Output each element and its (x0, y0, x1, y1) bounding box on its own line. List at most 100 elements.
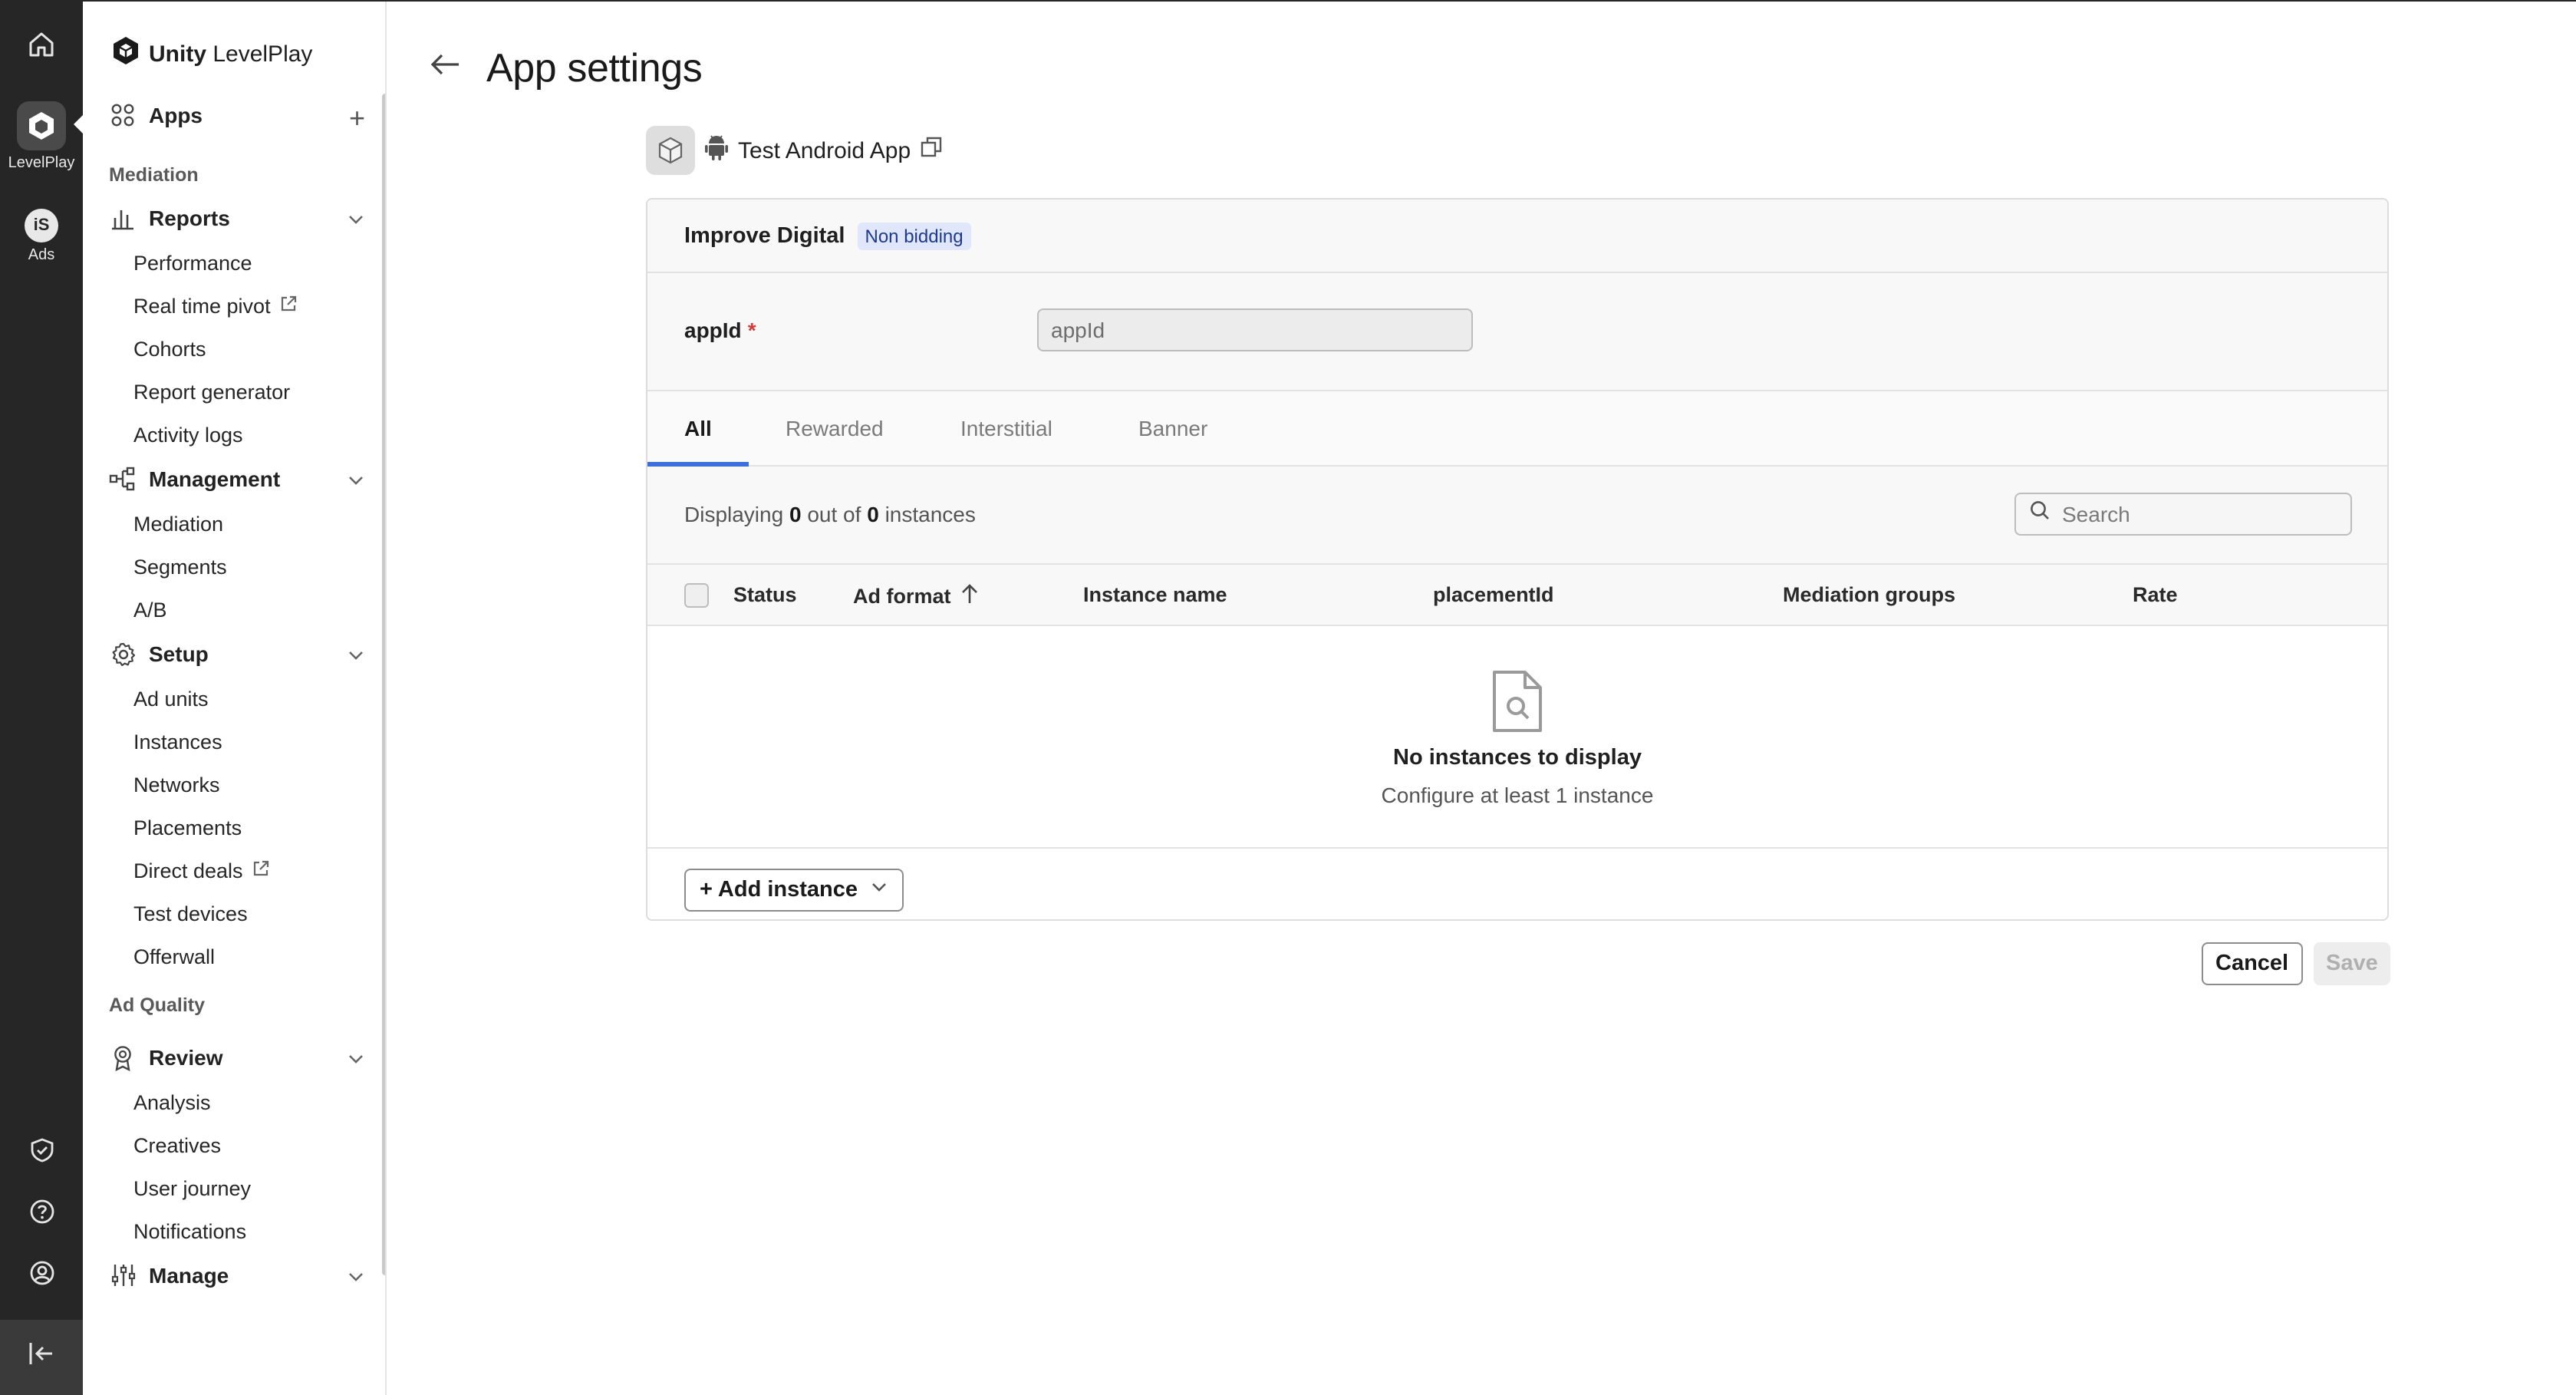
sidebar-group-reports[interactable]: Reports (109, 200, 365, 236)
app-id-row: appId * (647, 273, 2387, 391)
rail-levelplay[interactable]: LevelPlay (0, 98, 83, 175)
sidebar-item-activity-logs[interactable]: Activity logs (133, 424, 243, 447)
hierarchy-icon (109, 465, 137, 493)
account-icon (28, 1260, 54, 1294)
help-button[interactable] (0, 1199, 83, 1232)
page-title: App settings (486, 45, 703, 91)
instance-count: Displaying 0 out of 0 instances (684, 502, 976, 526)
sidebar-item-ad-units[interactable]: Ad units (133, 688, 209, 711)
count-middle: out of (807, 502, 861, 526)
count-total: 0 (867, 502, 879, 526)
tab-banner[interactable]: Banner (1138, 416, 1207, 440)
report-generator-label: Report generator (133, 381, 291, 404)
levelplay-icon (17, 101, 66, 150)
back-button[interactable] (430, 52, 460, 84)
user-journey-label: User journey (133, 1177, 252, 1200)
arrow-left-icon (430, 54, 460, 83)
sidebar-item-report-generator[interactable]: Report generator (133, 381, 290, 404)
sidebar-item-creatives[interactable]: Creatives (133, 1134, 221, 1157)
sliders-icon (109, 1261, 137, 1289)
sidebar-item-ab[interactable]: A/B (133, 599, 167, 622)
award-icon (109, 1044, 137, 1071)
notifications-label: Notifications (133, 1220, 247, 1243)
sidebar-group-manage[interactable]: Manage (109, 1257, 365, 1294)
offerwall-label: Offerwall (133, 945, 216, 968)
help-icon (28, 1199, 54, 1232)
chevron-down-icon (347, 645, 365, 669)
sidebar-item-notifications[interactable]: Notifications (133, 1220, 246, 1243)
copy-icon[interactable] (920, 136, 941, 165)
sidebar-group-setup[interactable]: Setup (109, 635, 365, 672)
app-id-input[interactable] (1037, 308, 1473, 351)
sidebar-item-user-journey[interactable]: User journey (133, 1177, 251, 1200)
count-shown: 0 (789, 502, 802, 526)
app-name: Test Android App (738, 137, 911, 163)
rail-ads[interactable]: iS Ads (0, 203, 83, 270)
col-instance-name[interactable]: Instance name (1083, 583, 1227, 606)
activity-logs-label: Activity logs (133, 424, 243, 447)
search-box (2014, 493, 2352, 536)
bidding-badge: Non bidding (857, 222, 971, 249)
sidebar-item-test-devices[interactable]: Test devices (133, 902, 248, 925)
sidebar-item-networks[interactable]: Networks (133, 773, 220, 796)
security-button[interactable] (0, 1137, 83, 1171)
app-id-label-text: appId (684, 318, 742, 342)
review-label: Review (149, 1045, 223, 1070)
sidebar-item-analysis[interactable]: Analysis (133, 1091, 211, 1114)
tab-rewarded[interactable]: Rewarded (786, 416, 884, 440)
col-placement-id-label: placementId (1433, 583, 1554, 606)
collapse-sidebar-button[interactable] (0, 1320, 83, 1395)
sidebar-item-real-time-pivot[interactable]: Real time pivot (133, 295, 298, 318)
home-button[interactable] (0, 28, 83, 68)
select-all-checkbox[interactable] (684, 583, 709, 608)
add-app-icon[interactable]: + (349, 103, 365, 135)
filter-row: Displaying 0 out of 0 instances (647, 467, 2387, 565)
col-placement-id[interactable]: placementId (1433, 583, 1554, 606)
rail-ads-label: Ads (28, 247, 55, 264)
network-card: Improve Digital Non bidding appId* All R… (646, 198, 2389, 921)
table-header: Status Ad format Instance name placement… (647, 565, 2387, 626)
sidebar-group-management[interactable]: Management (109, 460, 365, 497)
col-ad-format-label: Ad format (853, 585, 951, 608)
account-button[interactable] (0, 1260, 83, 1294)
sidebar-item-apps[interactable]: Apps + (109, 97, 365, 134)
sidebar-group-review[interactable]: Review (109, 1039, 365, 1076)
grid-icon (109, 101, 137, 129)
cancel-button[interactable]: Cancel (2202, 942, 2303, 985)
add-instance-label: + Add instance (700, 878, 858, 902)
tab-interstitial[interactable]: Interstitial (960, 416, 1052, 440)
analysis-label: Analysis (133, 1091, 211, 1114)
sidebar-item-segments[interactable]: Segments (133, 556, 227, 579)
sidebar-item-performance[interactable]: Performance (133, 252, 252, 275)
sidebar-item-offerwall[interactable]: Offerwall (133, 945, 215, 968)
brand-logo: Unity LevelPlay (110, 35, 312, 72)
search-icon (2030, 500, 2050, 528)
tab-all[interactable]: All (684, 416, 712, 440)
col-mediation-groups[interactable]: Mediation groups (1783, 583, 1955, 606)
sort-ascending-icon (960, 583, 979, 609)
empty-state: No instances to display Configure at lea… (647, 626, 2387, 849)
add-instance-button[interactable]: + Add instance (684, 869, 904, 912)
sidebar-apps-label: Apps (149, 103, 203, 127)
test-devices-label: Test devices (133, 902, 248, 925)
sidebar-item-placements[interactable]: Placements (133, 816, 242, 839)
real-time-pivot-label: Real time pivot (133, 295, 271, 318)
network-header: Improve Digital Non bidding (647, 200, 2387, 273)
shield-check-icon (28, 1137, 54, 1171)
col-rate[interactable]: Rate (2133, 583, 2178, 606)
col-ad-format[interactable]: Ad format (853, 583, 979, 609)
sidebar-item-mediation[interactable]: Mediation (133, 513, 223, 536)
network-name: Improve Digital (684, 223, 845, 248)
sidebar-item-cohorts[interactable]: Cohorts (133, 338, 206, 361)
col-status[interactable]: Status (733, 583, 797, 606)
ads-icon: iS (25, 209, 58, 242)
count-prefix: Displaying (684, 502, 784, 526)
performance-label: Performance (133, 252, 252, 275)
sidebar-item-direct-deals[interactable]: Direct deals (133, 859, 271, 882)
brand-levelplay: LevelPlay (206, 41, 313, 67)
save-button[interactable]: Save (2314, 942, 2390, 985)
sidebar-item-instances[interactable]: Instances (133, 730, 222, 754)
sidebar: Unity LevelPlay Apps + Mediation Reports… (83, 2, 387, 1395)
search-input[interactable] (2062, 502, 2338, 526)
collapse-sidebar-icon (28, 1341, 55, 1374)
